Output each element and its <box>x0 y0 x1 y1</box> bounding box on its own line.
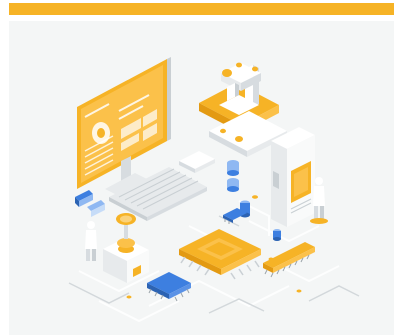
computer-mouse-icon <box>179 151 215 173</box>
illustration-panel <box>9 21 394 335</box>
card <box>0 0 395 335</box>
electronics-lab-illustration <box>68 57 360 323</box>
cpu-chip-icon <box>179 229 261 280</box>
capacitor-icon <box>75 190 105 217</box>
capacitor-icon <box>227 160 239 192</box>
server-cabinet-icon <box>271 127 315 227</box>
ic-chip-icon <box>147 272 191 302</box>
engineer-figure-icon <box>85 221 97 261</box>
processor-module-icon <box>103 213 149 283</box>
accent-bar <box>9 3 394 15</box>
capacitor-icon <box>273 229 281 241</box>
